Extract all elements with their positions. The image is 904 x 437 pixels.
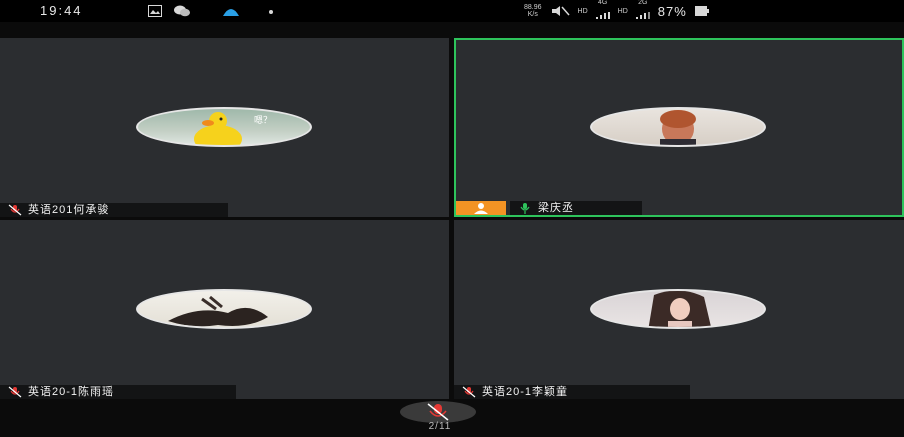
- participant-tile-4[interactable]: 英语20-1李颖童: [454, 220, 904, 399]
- duck-avatar-image: [194, 112, 242, 145]
- signal-bars-icon: [595, 11, 610, 19]
- participant-avatar: [590, 289, 766, 329]
- signal-bars-2-icon: [635, 11, 650, 19]
- participant-name: 梁庆丞: [538, 202, 574, 214]
- mic-active-icon: [520, 203, 530, 214]
- participant-tile-1[interactable]: 嗯？ 英语201何承骏: [0, 38, 449, 217]
- signal-hd-1: HD: [577, 7, 588, 15]
- battery-percent: 87%: [657, 3, 687, 19]
- child-avatar-image: [660, 110, 696, 145]
- avatar-caption: 嗯？: [254, 115, 273, 125]
- host-user-icon: [474, 203, 488, 214]
- participant-name-bar: 英语20-1陈雨瑶: [0, 385, 236, 399]
- meeting-app-icon: [223, 9, 239, 16]
- mic-muted-icon: [8, 386, 22, 398]
- page-indicator: 2/11: [428, 421, 452, 432]
- participant-name-bar: 梁庆丞: [510, 201, 642, 215]
- signal-2g: 2G: [635, 0, 650, 24]
- participant-name-bar: 英语20-1李颖童: [454, 385, 690, 399]
- participant-avatar: 嗯？: [136, 107, 312, 147]
- network-speed: 88.96 K/s: [524, 4, 542, 18]
- participant-name: 英语20-1陈雨瑶: [28, 386, 115, 398]
- mic-muted-icon: [462, 386, 476, 398]
- mute-toggle-button[interactable]: [400, 401, 476, 423]
- signal-4g: 4G: [595, 0, 610, 24]
- participant-avatar: [590, 107, 766, 147]
- battery-icon: [694, 6, 709, 16]
- girl-avatar-image: [648, 291, 712, 327]
- clock: 19:44: [40, 3, 83, 18]
- host-badge: [456, 201, 506, 215]
- participant-avatar: [136, 289, 312, 329]
- participant-tile-3[interactable]: 英语20-1陈雨瑶: [0, 220, 449, 399]
- participant-tile-2[interactable]: 梁庆丞: [454, 38, 904, 217]
- status-right-group: 88.96 K/s HD 4G HD 2G 87%: [524, 0, 709, 20]
- participant-name: 英语20-1李颖童: [482, 386, 569, 398]
- mic-muted-icon: [8, 204, 22, 216]
- signal-hd-2: HD: [617, 7, 628, 15]
- status-bar: 19:44 88.96 K/s HD 4G HD 2G 87%: [0, 0, 904, 22]
- mute-icon: [551, 6, 570, 16]
- silhouette-avatar-image: [168, 295, 268, 327]
- gallery-icon: [148, 5, 162, 17]
- participant-name: 英语201何承骏: [28, 204, 110, 216]
- participant-name-bar: 英语201何承骏: [0, 203, 228, 217]
- notification-dot-icon: [269, 10, 273, 14]
- mic-off-icon: [427, 403, 449, 421]
- wechat-icon: [174, 5, 190, 17]
